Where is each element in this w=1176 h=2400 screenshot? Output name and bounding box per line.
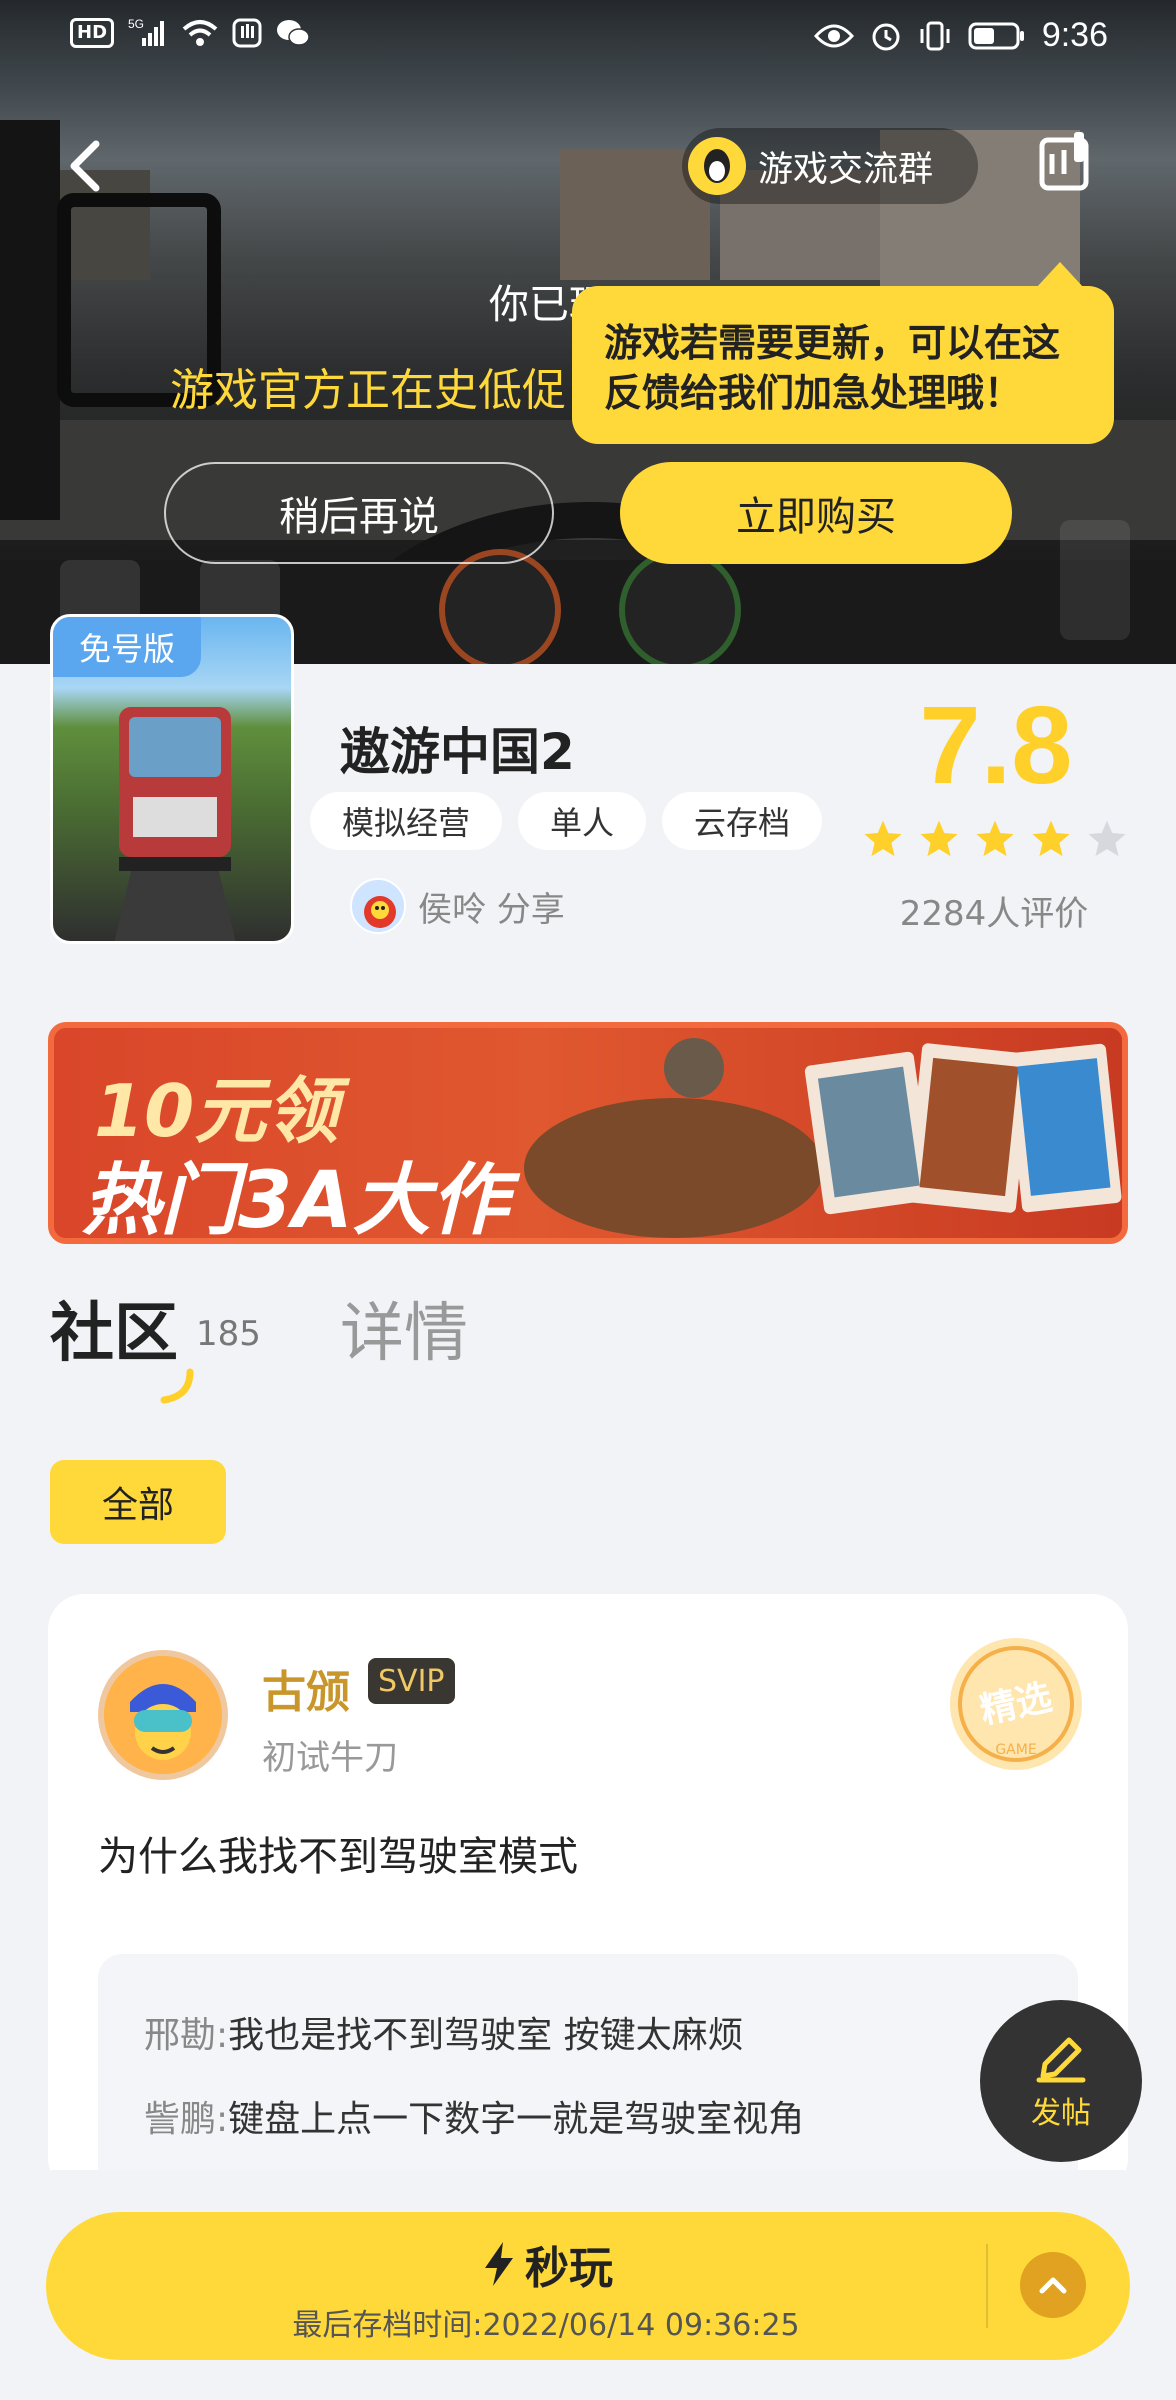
sharer-info[interactable]: 侯呤 分享 [338, 878, 565, 934]
clock: 9:36 [1041, 16, 1108, 54]
star-empty-icon [1088, 820, 1126, 857]
hd-icon: HD [70, 18, 115, 48]
svip-badge: SVIP [368, 1658, 455, 1704]
back-button[interactable] [62, 136, 112, 196]
game-group-button[interactable]: 游戏交流群 [682, 128, 978, 204]
promo-banner[interactable]: 10元领 热门3A大作 [48, 1022, 1128, 1244]
sharer-avatar [350, 878, 406, 934]
new-post-button[interactable]: 发帖 [980, 2000, 1142, 2162]
author-name[interactable]: 古颁 [262, 1656, 350, 1720]
score-value: 7.8 [919, 684, 1073, 807]
author-avatar[interactable] [98, 1650, 228, 1780]
hand-icon [232, 18, 262, 48]
instant-play-main: 秒玩 [46, 2232, 1046, 2296]
reply-list[interactable]: 邢勘:我也是找不到驾驶室 按键太麻烦 訾鹏:键盘上点一下数字一就是驾驶室视角 [98, 1954, 1078, 2194]
update-tooltip[interactable]: 游戏若需要更新，可以在这 反馈给我们加急处理哦！ [572, 262, 1114, 444]
hero-section: HD 5G 9:36 游戏交流群 游戏官方正在史低促 游戏若需要更新，可以在这 … [0, 0, 1176, 664]
rating-stars [862, 818, 1128, 860]
expand-button[interactable] [1020, 2252, 1086, 2318]
tab-active-indicator [160, 1368, 194, 1404]
star-icon [920, 820, 958, 857]
divider [986, 2244, 988, 2328]
post-card[interactable]: 古颁 SVIP 初试牛刀 精选 GAME 为什么我找不到驾驶室模式 邢勘:我也是… [48, 1594, 1128, 2194]
notes-icon[interactable] [1036, 130, 1096, 194]
svg-text:GAME: GAME [995, 1742, 1036, 1758]
tag-item[interactable]: 模拟经营 [310, 792, 503, 850]
tag-item[interactable]: 单人 [518, 792, 647, 850]
alarm-icon [872, 23, 900, 50]
reply-item[interactable]: 訾鹏:键盘上点一下数字一就是驾驶室视角 [144, 2078, 1078, 2162]
last-save-time: 最后存档时间:2022/06/14 09:36:25 [292, 2308, 800, 2343]
official-sale-text: 游戏官方正在史低促 [170, 365, 566, 416]
tab-community[interactable]: 社区 [50, 1282, 178, 1374]
instant-play-button[interactable]: 秒玩 最后存档时间:2022/06/14 09:36:25 [46, 2212, 1130, 2360]
instant-play-label: 秒玩 [525, 2243, 613, 2294]
buy-now-button[interactable]: 立即购买 [620, 462, 1012, 564]
reply-author: 訾鹏: [144, 2099, 229, 2140]
eye-icon [813, 24, 854, 47]
post-body: 为什么我找不到驾驶室模式 [98, 1834, 578, 1880]
reply-item[interactable]: 邢勘:我也是找不到驾驶室 按键太麻烦 [144, 1994, 1078, 2078]
qq-penguin-icon [688, 137, 746, 195]
filter-all-button[interactable]: 全部 [50, 1460, 226, 1544]
cover-badge: 免号版 [53, 617, 201, 677]
reply-text: 我也是找不到驾驶室 按键太麻烦 [228, 2015, 744, 2056]
battery-icon [968, 22, 1024, 49]
status-bar: HD 5G 9:36 [0, 0, 1176, 70]
lightning-icon [485, 2242, 513, 2286]
game-group-label: 游戏交流群 [758, 149, 934, 190]
wifi-icon [182, 20, 218, 46]
community-count: 185 [196, 1314, 261, 1354]
author-level: 初试牛刀 [262, 1738, 398, 1778]
reply-author: 邢勘: [144, 2015, 229, 2056]
star-icon [864, 820, 902, 857]
reply-text: 键盘上点一下数字一就是驾驶室视角 [228, 2099, 805, 2140]
tag-item[interactable]: 云存档 [662, 792, 823, 850]
new-post-label: 发帖 [1031, 2096, 1091, 2131]
tab-detail[interactable]: 详情 [340, 1282, 468, 1374]
rating-count: 2284人评价 [899, 894, 1089, 934]
star-icon [976, 820, 1014, 857]
svg-text:5G: 5G [128, 18, 144, 31]
star-icon [1032, 820, 1070, 857]
tooltip-line-2: 反馈给我们加急处理哦！ [604, 371, 1023, 415]
tooltip-line-1: 游戏若需要更新，可以在这 [604, 321, 1061, 365]
pencil-icon [1036, 2037, 1086, 2083]
game-cover[interactable]: 免号版 [50, 614, 294, 944]
chevron-up-icon [1039, 2277, 1067, 2294]
game-title: 遨游中国2 [340, 723, 575, 781]
featured-stamp-icon: 精选 GAME [950, 1638, 1082, 1770]
vibrate-icon [920, 21, 950, 50]
banner-title-2: 热门3A大作 [82, 1156, 509, 1244]
signal-icon: 5G [128, 18, 165, 46]
sharer-label: 侯呤 分享 [418, 889, 565, 930]
game-tags: 模拟经营 单人 云存档 [310, 792, 823, 850]
later-button[interactable]: 稍后再说 [164, 462, 554, 564]
wechat-icon [277, 20, 310, 46]
